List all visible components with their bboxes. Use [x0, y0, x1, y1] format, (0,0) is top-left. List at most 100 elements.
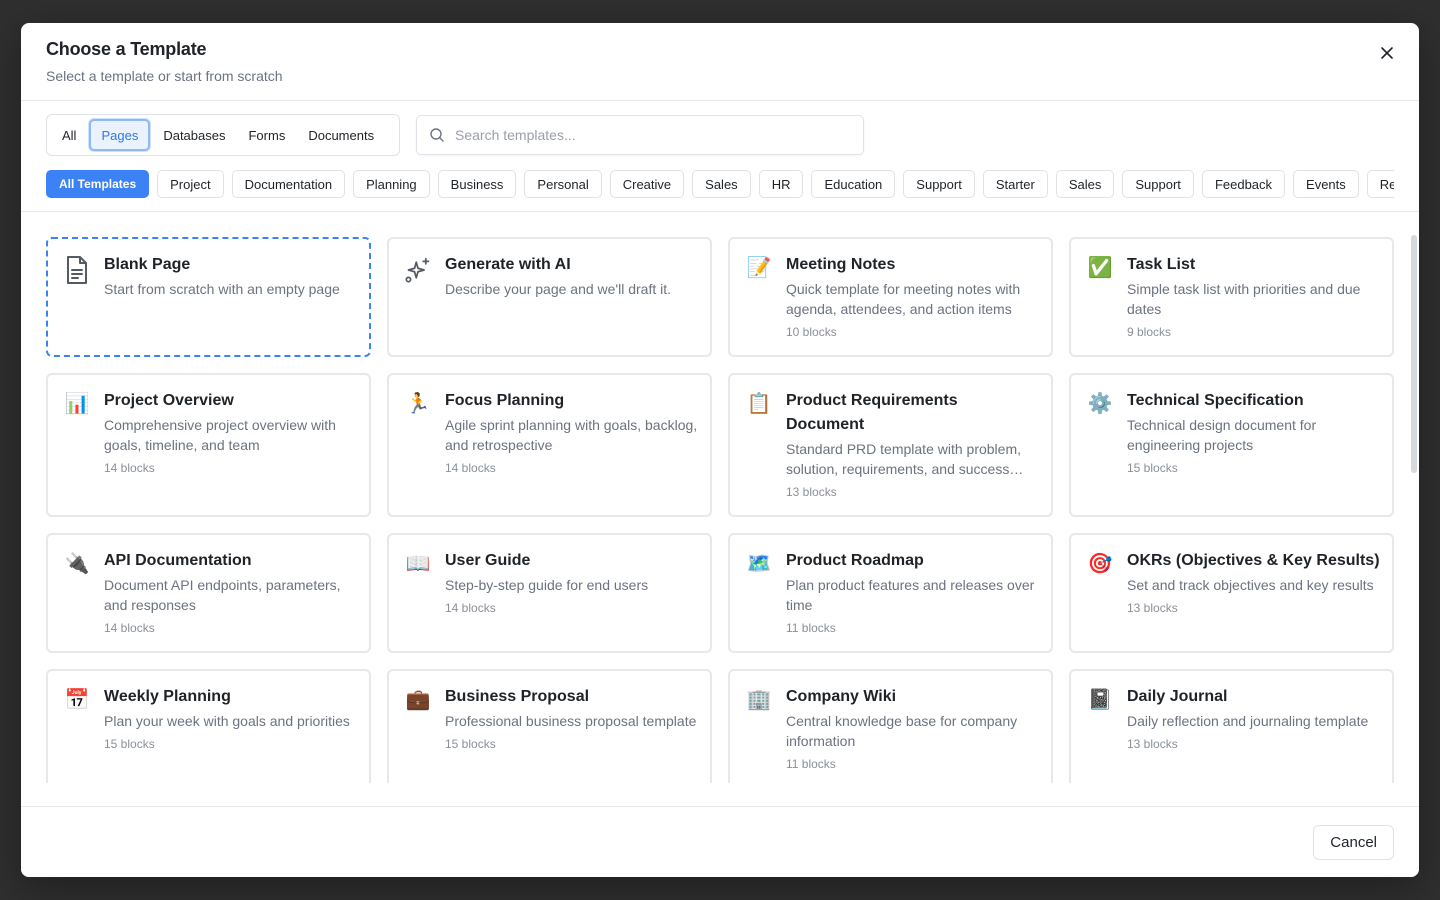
category-chip-project[interactable]: Project: [157, 170, 224, 198]
clipboard-icon: 📋: [746, 393, 772, 415]
category-chip-events[interactable]: Events: [1293, 170, 1359, 198]
category-chip-documentation[interactable]: Documentation: [231, 170, 346, 198]
modal-footer: Cancel: [21, 806, 1419, 877]
gear-icon: ⚙️: [1087, 393, 1113, 415]
tab-documents[interactable]: Documents: [298, 119, 384, 151]
category-chip-hr[interactable]: HR: [758, 170, 804, 198]
modal-header: Choose a Template Select a template or s…: [21, 23, 1419, 101]
template-description: Set and track objectives and key results: [1127, 577, 1374, 593]
modal-title: Choose a Template: [46, 39, 207, 59]
template-block-count: 9 blocks: [1127, 325, 1172, 339]
template-title: Daily Journal: [1127, 688, 1228, 705]
template-block-count: 14 blocks: [104, 621, 155, 635]
template-card-project-overview[interactable]: 📊 Project Overview Comprehensive project o…: [46, 373, 371, 517]
target-icon: 🎯: [1087, 553, 1113, 575]
plug-icon: 🔌: [64, 553, 90, 575]
template-title: Technical Specification: [1127, 392, 1304, 409]
close-button[interactable]: [1375, 41, 1399, 65]
map-icon: 🗺️: [746, 553, 772, 575]
template-block-count: 11 blocks: [786, 621, 836, 635]
grid-scrollbar[interactable]: [1411, 235, 1417, 473]
notebook-icon: 📓: [1087, 689, 1113, 711]
close-icon: [1381, 47, 1393, 59]
template-card-meeting-notes[interactable]: 📝 Meeting Notes Quick template for meeting…: [728, 237, 1053, 357]
open-book-icon: 📖: [405, 553, 431, 575]
template-title: Company Wiki: [786, 688, 897, 705]
template-title: Meeting Notes: [786, 256, 896, 273]
search-input[interactable]: [455, 127, 835, 143]
template-title: OKRs (Objectives & Key Results): [1127, 552, 1380, 569]
template-card-product-roadmap[interactable]: 🗺️ Product Roadmap Plan product features a…: [728, 533, 1053, 653]
modal-subtitle: Select a template or start from scratch: [46, 68, 283, 84]
template-card-weekly-planning[interactable]: 📅 Weekly Planning Plan your week with goal…: [46, 669, 371, 783]
template-block-count: 14 blocks: [445, 461, 496, 475]
template-title: Business Proposal: [445, 688, 590, 705]
page-icon: [64, 255, 90, 285]
template-card-generate-with-ai[interactable]: Generate with AI Describe your page and w…: [387, 237, 712, 357]
template-picker-modal: Choose a Template Select a template or s…: [21, 23, 1419, 877]
category-chip-personal[interactable]: Personal: [524, 170, 602, 198]
template-description: Simple task list with priorities and due…: [1127, 281, 1361, 317]
sparkles-icon: [405, 255, 431, 285]
template-card-okrs-objectives-key-results[interactable]: 🎯 OKRs (Objectives & Key Results) Set and …: [1069, 533, 1394, 653]
category-chips: All Templates Project Documentation Plannin…: [46, 170, 1394, 198]
template-description: Step-by-step guide for end users: [445, 577, 649, 593]
category-chip-sales[interactable]: Sales: [692, 170, 751, 198]
category-chip-education[interactable]: Education: [811, 170, 896, 198]
template-block-count: 11 blocks: [786, 757, 836, 771]
template-title: Focus Planning: [445, 392, 565, 409]
tab-forms[interactable]: Forms: [238, 119, 295, 151]
memo-icon: 📝: [746, 257, 772, 279]
template-card-api-documentation[interactable]: 🔌 API Documentation Document API endpoints…: [46, 533, 371, 653]
category-chip-support[interactable]: Support: [1122, 170, 1194, 198]
category-chip-creative[interactable]: Creative: [609, 170, 685, 198]
runner-icon: 🏃: [405, 393, 431, 415]
template-block-count: 14 blocks: [104, 461, 155, 475]
template-card-technical-specification[interactable]: ⚙️ Technical Specification Technical desig…: [1069, 373, 1394, 517]
template-block-count: 13 blocks: [786, 485, 837, 499]
template-card-user-guide[interactable]: 📖 User Guide Step-by-step guide for end us…: [387, 533, 712, 653]
template-title: Product Roadmap: [786, 552, 924, 569]
category-chip-support[interactable]: Support: [903, 170, 975, 198]
template-description: Daily reflection and journaling template: [1127, 713, 1369, 729]
template-title: Product Requirements Document: [786, 392, 958, 433]
office-building-icon: 🏢: [746, 689, 772, 711]
check-mark-icon: ✅: [1087, 257, 1113, 279]
template-description: Plan your week with goals and priorities: [104, 713, 350, 729]
template-card-blank-page[interactable]: Blank Page Start from scratch with an emp…: [46, 237, 371, 357]
tab-all[interactable]: All: [52, 119, 86, 151]
search-icon: [430, 128, 444, 142]
category-chip-starter[interactable]: Starter: [982, 170, 1048, 198]
template-card-business-proposal[interactable]: 💼 Business Proposal Professional business …: [387, 669, 712, 783]
bar-chart-icon: 📊: [64, 393, 90, 415]
category-chip-business[interactable]: Business: [437, 170, 517, 198]
type-tabs: All Pages Databases Forms Documents: [46, 114, 400, 156]
template-card-daily-journal[interactable]: 📓 Daily Journal Daily reflection and journ…: [1069, 669, 1394, 783]
template-description: Agile sprint planning with goals, backlo…: [445, 417, 698, 453]
template-card-product-requirements-document[interactable]: 📋 Product Requirements Document Standard P…: [728, 373, 1053, 517]
template-block-count: 14 blocks: [445, 601, 496, 615]
template-title: Generate with AI: [445, 256, 571, 273]
template-description: Central knowledge base for company infor…: [786, 713, 1018, 749]
template-card-company-wiki[interactable]: 🏢 Company Wiki Central knowledge base for …: [728, 669, 1053, 783]
tab-databases[interactable]: Databases: [153, 119, 235, 151]
category-chip-feedback[interactable]: Feedback: [1201, 170, 1286, 198]
template-block-count: 10 blocks: [786, 325, 837, 339]
template-card-task-list[interactable]: ✅ Task List Simple task list with prioriti…: [1069, 237, 1394, 357]
template-description: Comprehensive project overview with goal…: [104, 417, 336, 453]
template-card-focus-planning[interactable]: 🏃 Focus Planning Agile sprint planning wit…: [387, 373, 712, 517]
template-description: Start from scratch with an empty page: [104, 281, 340, 297]
template-description: Professional business proposal template: [445, 713, 697, 729]
template-description: Technical design document for engineerin…: [1127, 417, 1317, 453]
template-description: Plan product features and releases over …: [786, 577, 1035, 613]
category-chip-sales[interactable]: Sales: [1055, 170, 1115, 198]
calendar-icon: 📅: [64, 689, 90, 711]
category-chip-planning[interactable]: Planning: [353, 170, 430, 198]
category-chip-all-templates[interactable]: All Templates: [46, 170, 150, 198]
cancel-button[interactable]: Cancel: [1313, 825, 1394, 860]
category-chip-recru[interactable]: Recru: [1366, 170, 1394, 198]
template-block-count: 13 blocks: [1127, 737, 1178, 751]
tab-pages[interactable]: Pages: [89, 119, 151, 151]
search-box[interactable]: [416, 115, 864, 155]
template-description: Standard PRD template with problem, solu…: [786, 441, 1024, 477]
